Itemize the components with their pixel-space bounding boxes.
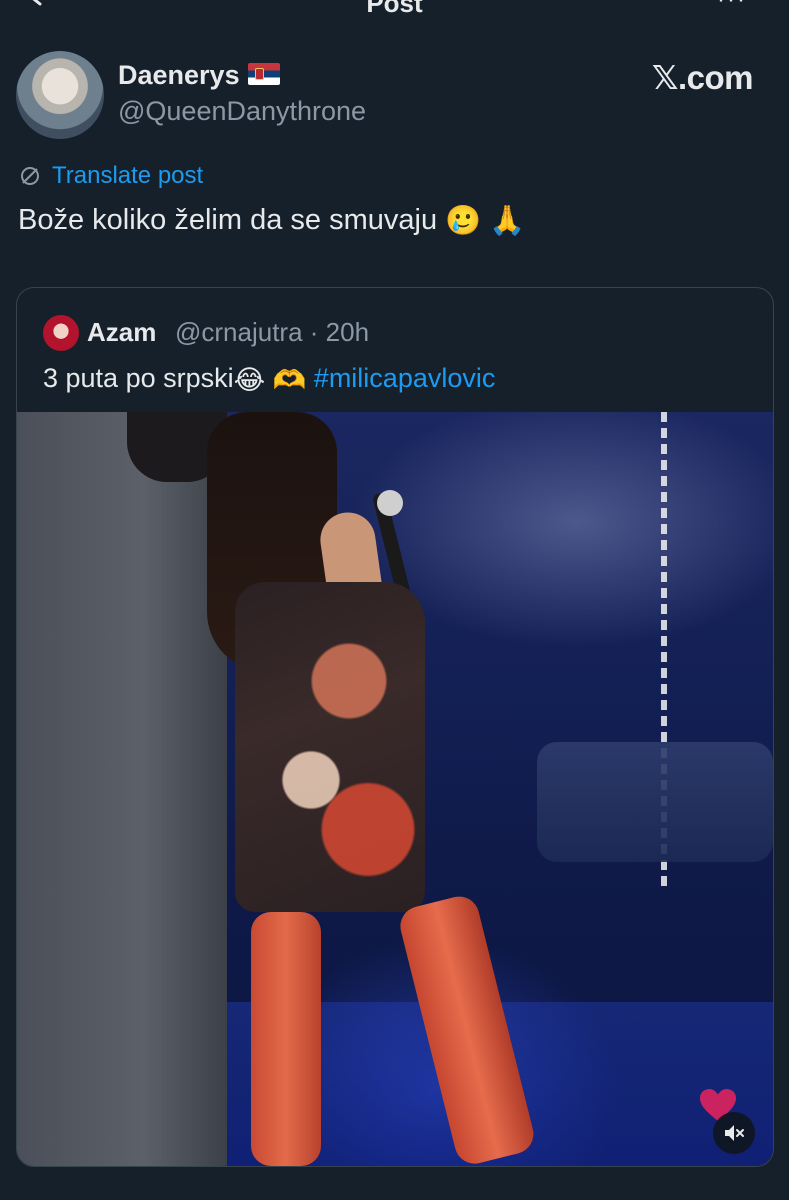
- author-avatar[interactable]: [16, 51, 104, 139]
- quoted-text: 3 puta po srpski😂 🫶 #milicapavlovic: [43, 363, 495, 396]
- translate-post-link[interactable]: Translate post: [18, 162, 203, 190]
- mute-toggle-button[interactable]: [713, 1112, 755, 1154]
- author-name[interactable]: Daenerys: [118, 60, 280, 91]
- hashtag-link[interactable]: #milicapavlovic: [314, 363, 496, 393]
- serbia-flag-icon: [247, 62, 280, 85]
- post-text: Bože koliko želim da se smuvaju 🥲 🙏: [18, 204, 525, 238]
- page-title: Post: [0, 0, 789, 14]
- performer-man: [17, 412, 227, 1166]
- author-name-text: Daenerys: [118, 60, 240, 90]
- globe-translate-icon: [21, 167, 39, 185]
- post-text-body: Bože koliko želim da se smuvaju: [18, 204, 438, 236]
- more-options-button[interactable]: ···: [717, 0, 747, 14]
- performer-woman-dress: [235, 582, 425, 912]
- x-com-logo: 𝕏.com: [651, 59, 754, 96]
- quoted-emojis: 😂 🫶: [233, 364, 307, 395]
- quoted-author-meta: @crnajutra · 20h: [175, 317, 370, 347]
- quoted-author-name[interactable]: Azam: [87, 317, 156, 348]
- quoted-post-card[interactable]: Azam @crnajutra · 20h 3 puta po srpski😂 …: [16, 287, 774, 1167]
- performer-woman-boot-left: [251, 912, 321, 1166]
- speaker-muted-icon: [725, 1125, 744, 1141]
- top-nav-bar: Post ···: [0, 0, 789, 14]
- video-player[interactable]: [17, 412, 773, 1166]
- quoted-text-body: 3 puta po srpski: [43, 363, 234, 393]
- translate-post-label: Translate post: [52, 162, 204, 189]
- microphone-head: [377, 490, 403, 516]
- post-emojis: 🥲 🙏: [445, 205, 526, 238]
- quoted-author-avatar[interactable]: [43, 315, 79, 351]
- author-handle[interactable]: @QueenDanythrone: [118, 96, 366, 127]
- drum-kit: [537, 742, 773, 862]
